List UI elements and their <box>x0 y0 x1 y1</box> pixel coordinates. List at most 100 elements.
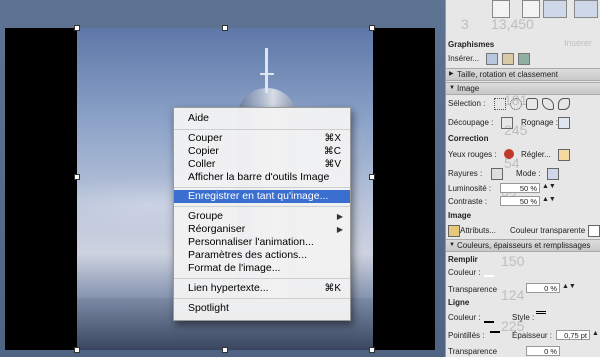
attributes-icon[interactable] <box>448 225 460 237</box>
layout-button-1[interactable] <box>492 0 510 18</box>
resize-handle-b[interactable] <box>222 347 228 353</box>
stepper-icon[interactable]: ▲▼ <box>562 283 576 290</box>
hotel-mast-bar <box>260 73 274 75</box>
line-transparency-label: Transparence <box>448 347 498 356</box>
lasso-icon[interactable] <box>526 98 538 110</box>
submenu-arrow-icon: ▶ <box>336 212 343 221</box>
fill-bucket-icon[interactable] <box>484 265 494 277</box>
ghost-text: 150 <box>501 253 525 269</box>
crop-icon[interactable] <box>501 117 513 129</box>
menu-item-arrange[interactable]: Réorganiser ▶ <box>174 223 350 236</box>
scratches-label: Rayures : <box>448 169 483 178</box>
menu-separator <box>174 278 350 279</box>
layout-button-3[interactable] <box>543 0 567 18</box>
fill-color-label: Couleur : <box>448 268 481 277</box>
menu-item-help[interactable]: Aide <box>174 112 350 125</box>
oval-select-icon[interactable] <box>510 98 522 110</box>
formatting-palette: 3 13,450 Insérer 181 245 54 83 150 124 2… <box>445 0 600 357</box>
brightness-label: Luminosité : <box>448 184 492 193</box>
ghost-text: Insérer <box>564 38 593 48</box>
weight-field[interactable]: 0,75 pt <box>556 330 590 340</box>
line-color-label: Couleur : <box>448 313 481 322</box>
attributes-button[interactable]: Attributs... <box>460 226 496 235</box>
section-size-rotation[interactable]: ▶ Taille, rotation et classement <box>446 68 600 81</box>
layout-button-2[interactable] <box>522 0 540 18</box>
stepper-icon[interactable]: ▲▼ <box>542 196 556 203</box>
line-pencil-icon[interactable] <box>484 311 494 323</box>
style-label: Style : <box>512 313 535 322</box>
transparent-color-icon[interactable] <box>588 225 600 237</box>
mode-label: Mode : <box>516 169 541 178</box>
resize-handle-l[interactable] <box>74 174 80 180</box>
rect-select-icon[interactable] <box>494 98 506 110</box>
resize-handle-t[interactable] <box>222 25 228 31</box>
resize-handle-tl[interactable] <box>74 25 80 31</box>
fill-header: Remplir <box>448 255 478 264</box>
menu-item-label: Couper <box>188 132 223 144</box>
adjust-icon[interactable] <box>558 149 570 161</box>
line-style-icon[interactable] <box>536 311 546 324</box>
stepper-icon[interactable]: ▲▼ <box>542 183 556 190</box>
section-colors-weights-fills[interactable]: ▼ Couleurs, épaisseurs et remplissages <box>446 239 600 252</box>
scratch-icon[interactable] <box>491 168 503 180</box>
ghost-text: 124 <box>501 287 525 303</box>
selection-label: Sélection : <box>448 99 486 108</box>
polygon-lasso-icon[interactable] <box>542 98 554 110</box>
menu-item-label: Copier <box>188 145 219 157</box>
menu-item-label: Enregistrer en tant qu'image... <box>188 190 329 202</box>
context-menu: Aide Couper ⌘X Copier ⌘C Coller ⌘V Afficher… <box>173 107 351 321</box>
hotel-mast <box>265 48 268 93</box>
fill-transparency-field[interactable]: 0 % <box>526 283 560 293</box>
resize-handle-tr[interactable] <box>369 25 375 31</box>
menu-item-hyperlink[interactable]: Lien hypertexte... ⌘K <box>174 282 350 295</box>
insert-label: Insérer... <box>448 54 480 63</box>
crop-sublabel: Rognage : <box>521 118 558 127</box>
menu-item-cut[interactable]: Couper ⌘X <box>174 132 350 145</box>
resize-handle-r[interactable] <box>369 174 375 180</box>
menu-separator <box>174 298 350 299</box>
menu-item-copy[interactable]: Copier ⌘C <box>174 145 350 158</box>
menu-item-custom-animation[interactable]: Personnaliser l'animation... <box>174 236 350 249</box>
line-transparency-field[interactable]: 0 % <box>526 346 560 356</box>
section-image[interactable]: ▼ Image <box>446 82 600 95</box>
mode-dropdown-icon[interactable] <box>547 168 559 180</box>
weight-label: Épaisseur : <box>512 331 553 340</box>
menu-item-action-settings[interactable]: Paramètres des actions... <box>174 249 350 262</box>
menu-item-label: Paramètres des actions... <box>188 249 308 261</box>
clip-art-icon[interactable] <box>502 53 514 65</box>
graphics-header: Graphismes <box>448 40 495 49</box>
table-icon[interactable] <box>518 53 530 65</box>
layout-button-4[interactable] <box>574 0 598 18</box>
menu-item-label: Lien hypertexte... <box>188 282 269 294</box>
trim-icon[interactable] <box>558 117 570 129</box>
red-eye-icon[interactable] <box>504 149 514 159</box>
menu-item-spotlight[interactable]: Spotlight <box>174 302 350 315</box>
line-header: Ligne <box>448 298 470 307</box>
contrast-field[interactable]: 50 % <box>500 196 540 206</box>
fill-transparency-label: Transparence <box>448 285 498 294</box>
adjust-button[interactable]: Régler... <box>521 150 551 159</box>
menu-item-label: Spotlight <box>188 302 229 314</box>
magic-wand-icon[interactable] <box>558 98 570 110</box>
dash-style-icon[interactable] <box>490 331 500 343</box>
ghost-text: 3 <box>461 16 469 32</box>
picture-icon[interactable] <box>486 53 498 65</box>
menu-item-paste[interactable]: Coller ⌘V <box>174 158 350 171</box>
contrast-label: Contraste : <box>448 197 488 206</box>
resize-handle-br[interactable] <box>369 347 375 353</box>
section-title: Taille, rotation et classement <box>457 70 558 79</box>
menu-item-group[interactable]: Groupe ▶ <box>174 210 350 223</box>
menu-item-label: Groupe <box>188 210 224 222</box>
shortcut-label: ⌘C <box>323 146 341 157</box>
resize-handle-bl[interactable] <box>74 347 80 353</box>
menu-item-label: Afficher la barre d'outils Image <box>188 171 330 183</box>
menu-item-label: Réorganiser <box>188 223 246 235</box>
menu-item-format-picture[interactable]: Format de l'image... <box>174 262 350 275</box>
menu-item-save-as-picture[interactable]: Enregistrer en tant qu'image... <box>174 190 350 203</box>
brightness-field[interactable]: 50 % <box>500 183 540 193</box>
menu-item-show-image-toolbar[interactable]: Afficher la barre d'outils Image <box>174 171 350 184</box>
crop-label: Découpage : <box>448 118 494 127</box>
stepper-icon[interactable]: ▲▼ <box>592 330 600 337</box>
menu-separator <box>174 187 350 188</box>
menu-separator <box>174 129 350 130</box>
